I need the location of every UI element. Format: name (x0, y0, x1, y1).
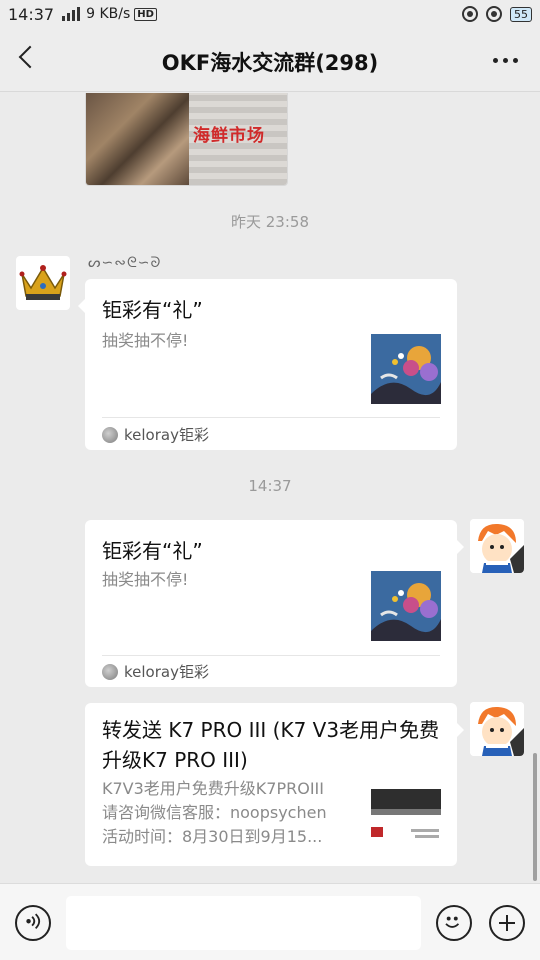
image-overlay-text: 海鲜市场 (193, 126, 265, 146)
image-message[interactable]: 海鲜市场 (85, 93, 288, 186)
source-icon (102, 426, 118, 443)
card-description: 抽奖抽不停! (102, 331, 189, 350)
hd-badge: HD (134, 7, 157, 21)
card-source: keloray钜彩 (102, 661, 209, 682)
add-more-button[interactable] (489, 905, 525, 941)
title-bar: OKF海水交流群(298) (0, 28, 540, 92)
lock-icon (486, 6, 502, 22)
sound-wave-icon (26, 913, 41, 929)
emoji-icon[interactable] (436, 905, 472, 941)
card-description-line: 请咨询微信客服：noopsychen (102, 803, 327, 822)
scrollbar[interactable] (533, 753, 537, 881)
card-thumbnail (371, 571, 441, 641)
avatar-self[interactable] (470, 702, 524, 756)
card-thumbnail (371, 334, 441, 404)
voice-input-icon[interactable] (15, 905, 51, 941)
card-description: K7V3老用户免费升级K7PROIII 请咨询微信客服：noopsychen 活… (102, 777, 362, 849)
reef-image (371, 334, 441, 404)
card-thumbnail (371, 779, 441, 849)
chat-title: OKF海水交流群(298) (161, 51, 379, 75)
battery-icon: 55 (510, 6, 532, 22)
more-options-icon[interactable] (493, 58, 518, 63)
source-icon (102, 663, 118, 680)
timestamp: 14:37 (248, 477, 292, 495)
card-description-line: 活动时间：8月30日到9月15... (102, 827, 323, 846)
card-title: 钜彩有“礼” (102, 298, 203, 322)
link-card[interactable]: 转发送 K7 PRO III (K7 V3老用户免费升级K7 PRO III) … (85, 703, 464, 866)
card-divider (102, 417, 440, 418)
crown-icon (19, 265, 67, 300)
card-description: 抽奖抽不停! (102, 570, 189, 589)
cartoon-avatar-icon (470, 519, 524, 573)
message-input[interactable] (66, 896, 421, 950)
image-photo-right: 海鲜市场 (189, 93, 287, 185)
input-bar (0, 883, 540, 960)
image-photo-left (86, 93, 189, 185)
card-divider (102, 655, 440, 656)
card-source: keloray钜彩 (102, 424, 209, 445)
card-description-line: K7V3老用户免费升级K7PROIII (102, 779, 324, 798)
card-title: 转发送 K7 PRO III (K7 V3老用户免费升级K7 PRO III) (102, 718, 440, 772)
smiley-face-icon (445, 916, 460, 928)
network-speed: 9 KB/s (86, 6, 131, 22)
cartoon-avatar-icon (470, 702, 524, 756)
reef-image (371, 571, 441, 641)
sync-icon (462, 6, 478, 22)
status-bar: 14:37 9 KB/s HD 55 (0, 0, 540, 28)
sender-nickname-decoration: ᔕ∽∾ᘓ∽ᘐ (88, 255, 162, 271)
chat-area[interactable]: 海鲜市场 昨天 23:58 ᔕ∽∾ᘓ∽ᘐ 钜彩有“礼” 抽奖抽不停! kelor… (0, 93, 540, 883)
status-time: 14:37 (8, 4, 55, 24)
avatar-self[interactable] (470, 519, 524, 573)
product-image (371, 779, 441, 849)
card-title: 钜彩有“礼” (102, 539, 203, 563)
timestamp: 昨天 23:58 (231, 213, 309, 231)
link-card[interactable]: 钜彩有“礼” 抽奖抽不停! keloray钜彩 (78, 279, 457, 450)
link-card[interactable]: 钜彩有“礼” 抽奖抽不停! keloray钜彩 (85, 520, 464, 687)
source-name: keloray钜彩 (124, 426, 209, 444)
signal-icon (62, 7, 81, 21)
source-name: keloray钜彩 (124, 663, 209, 681)
avatar-crown[interactable] (16, 256, 70, 310)
